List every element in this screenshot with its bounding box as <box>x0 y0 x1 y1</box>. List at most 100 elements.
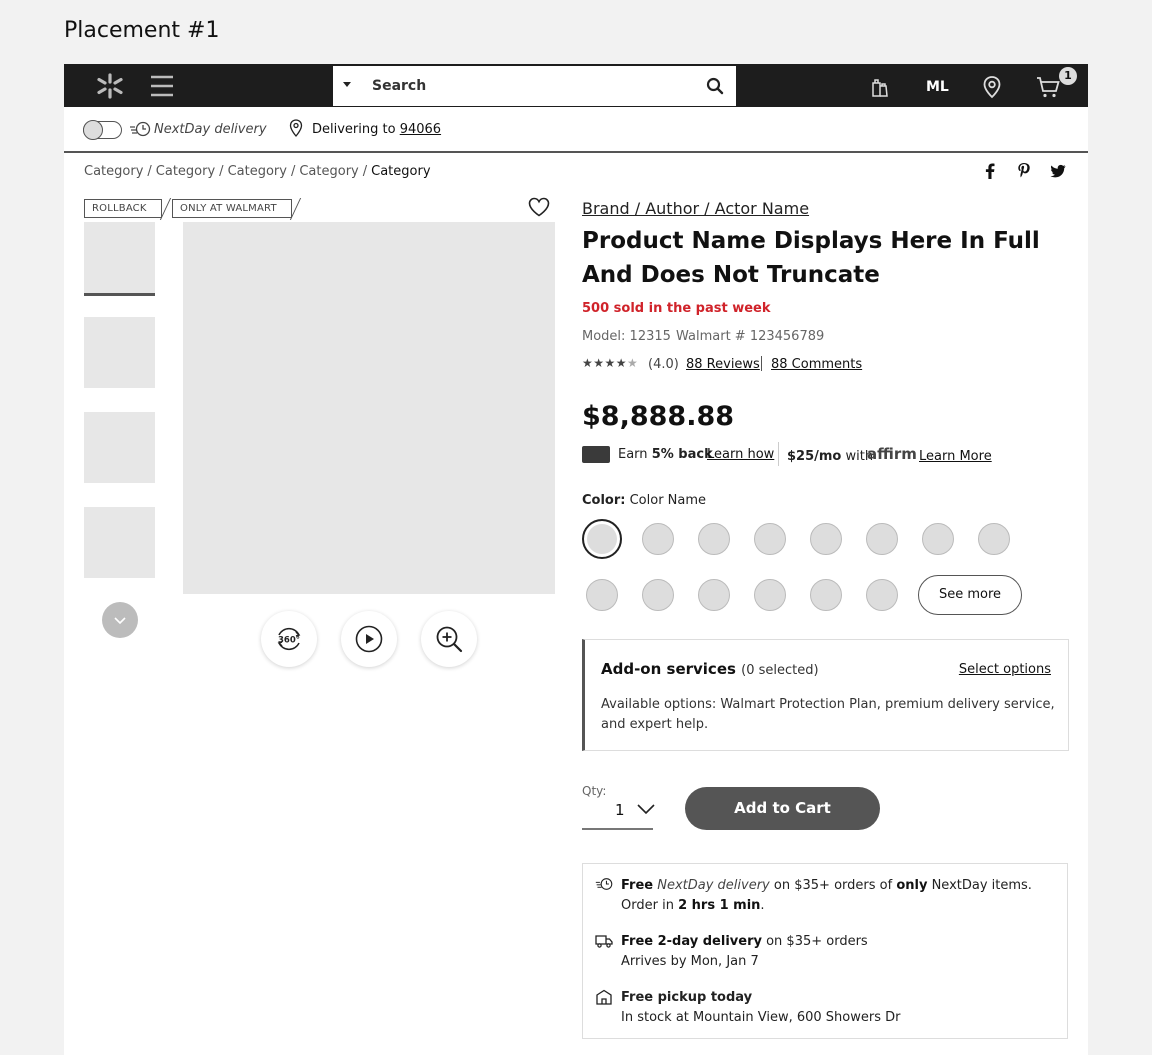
color-swatch[interactable] <box>698 523 730 555</box>
brand-link[interactable]: Brand / Author / Actor Name <box>582 199 809 218</box>
two-day-offer-text: Free 2-day delivery on $35+ orders <box>621 934 868 949</box>
color-swatch[interactable] <box>810 579 842 611</box>
fulfillment-options-box: Free NextDay delivery on $35+ orders of … <box>582 863 1068 1039</box>
add-to-cart-button[interactable]: Add to Cart <box>685 787 880 830</box>
truck-icon <box>595 935 613 948</box>
comments-link[interactable]: 88 Comments <box>771 357 862 372</box>
breadcrumb-item[interactable]: Category <box>156 164 215 179</box>
divider <box>778 442 779 466</box>
color-value: Color Name <box>629 493 707 508</box>
pickup-offer-text: Free pickup today <box>621 990 753 1005</box>
nextday-label: NextDay delivery <box>154 122 267 137</box>
nextday-items: NextDay items. <box>931 878 1032 893</box>
placement-title: Placement #1 <box>64 18 220 43</box>
facebook-icon[interactable] <box>982 162 998 180</box>
thumbnails-scroll-down-button[interactable] <box>102 602 138 638</box>
breadcrumb-item[interactable]: Category <box>299 164 358 179</box>
search-placeholder: Search <box>372 78 427 94</box>
color-swatch[interactable] <box>642 579 674 611</box>
heart-icon[interactable] <box>528 197 550 217</box>
color-swatch[interactable] <box>866 579 898 611</box>
empty-star-icon: ★ <box>627 356 639 370</box>
twitter-icon[interactable] <box>1050 162 1066 180</box>
top-nav-bar: Search ML 1 <box>64 64 1088 107</box>
account-initials[interactable]: ML <box>926 79 949 95</box>
image-thumbnail[interactable] <box>84 507 155 578</box>
product-price: $8,888.88 <box>582 401 735 432</box>
order-cutoff-time: 2 hrs 1 min <box>678 898 761 913</box>
color-swatch[interactable] <box>810 523 842 555</box>
delivering-to-text: Delivering to 94066 <box>312 122 441 137</box>
search-department-dropdown-icon[interactable] <box>343 82 351 87</box>
addon-services-box: Add-on services (0 selected) Select opti… <box>582 639 1069 751</box>
affirm-monthly-price: $25/mo <box>787 449 842 464</box>
sold-count-text: 500 sold in the past week <box>582 301 771 316</box>
cart-icon[interactable] <box>1036 75 1060 99</box>
credit-card-icon <box>582 446 610 463</box>
pinterest-icon[interactable] <box>1016 162 1032 180</box>
nextday-only: only <box>896 878 928 893</box>
image-thumbnail[interactable] <box>84 412 155 483</box>
toggle-knob <box>83 120 103 140</box>
breadcrumb-item[interactable]: Category <box>84 164 143 179</box>
order-cutoff-period: . <box>760 898 765 913</box>
delivery-subbar: NextDay delivery Delivering to 94066 <box>64 107 1088 153</box>
addon-title-text: Add-on services <box>601 660 736 678</box>
main-product-image[interactable] <box>183 222 555 594</box>
affirm-logo: affirm <box>867 445 917 463</box>
color-swatch[interactable] <box>698 579 730 611</box>
color-swatch[interactable] <box>586 579 618 611</box>
two-day-label: Free 2-day delivery <box>621 934 762 949</box>
model-number: Model: 12315 <box>582 329 671 344</box>
cashback-percent: 5% back <box>651 447 713 462</box>
reorder-icon[interactable] <box>868 75 892 99</box>
star-rating: ★★★★★ <box>582 356 638 370</box>
color-swatch[interactable] <box>642 523 674 555</box>
hamburger-menu-icon[interactable] <box>150 74 174 98</box>
walmart-number: Walmart # 123456789 <box>676 329 825 344</box>
walmart-spark-icon[interactable] <box>94 72 126 100</box>
product-page-frame: Search ML 1 NextDay delivery Delivering … <box>64 64 1088 1055</box>
filled-stars-icon: ★★★★ <box>582 356 628 370</box>
color-swatch-selected[interactable] <box>582 519 622 559</box>
color-swatch[interactable] <box>754 579 786 611</box>
search-input[interactable]: Search <box>333 66 736 106</box>
color-swatch[interactable] <box>754 523 786 555</box>
qty-select[interactable]: 1 <box>615 801 625 819</box>
product-title: Product Name Displays Here In Full And D… <box>582 228 1040 288</box>
location-pin-icon[interactable] <box>980 75 1004 99</box>
addon-description: Available options: Walmart Protection Pl… <box>601 697 1055 732</box>
see-more-colors-button[interactable]: See more <box>918 575 1022 615</box>
cashback-text: Earn 5% back <box>618 447 713 462</box>
nextday-free-label: Free <box>621 878 654 893</box>
svg-text:360°: 360° <box>278 636 300 646</box>
nextday-toggle[interactable] <box>83 120 122 140</box>
view-360-button[interactable]: 360° <box>261 611 317 667</box>
two-day-condition: on $35+ orders <box>766 934 868 949</box>
learn-more-link[interactable]: Learn More <box>919 449 992 464</box>
zip-code-link[interactable]: 94066 <box>400 122 441 137</box>
color-swatch[interactable] <box>866 523 898 555</box>
image-thumbnail[interactable] <box>84 317 155 388</box>
addon-services-title: Add-on services (0 selected) <box>601 660 819 678</box>
breadcrumb: Category / Category / Category / Category / Cate… <box>84 164 431 179</box>
nextday-clock-icon <box>130 121 151 137</box>
color-swatch[interactable] <box>978 523 1010 555</box>
image-thumbnail[interactable] <box>84 222 155 296</box>
play-video-button[interactable] <box>341 611 397 667</box>
cart-count-badge: 1 <box>1059 67 1077 85</box>
chevron-down-icon[interactable] <box>637 803 655 815</box>
play-icon <box>355 625 383 653</box>
learn-how-link[interactable]: Learn how <box>707 447 774 462</box>
qty-underline <box>582 828 653 830</box>
arrival-date-text: Arrives by Mon, Jan 7 <box>621 954 759 969</box>
color-swatch[interactable] <box>922 523 954 555</box>
search-icon[interactable] <box>706 77 724 95</box>
reviews-link[interactable]: 88 Reviews <box>686 357 760 372</box>
breadcrumb-item[interactable]: Category <box>228 164 287 179</box>
zoom-button[interactable] <box>421 611 477 667</box>
select-options-link[interactable]: Select options <box>959 662 1051 677</box>
view-360-icon: 360° <box>277 627 301 651</box>
only-at-walmart-badge: ONLY AT WALMART <box>172 199 292 218</box>
nextday-condition: on $35+ orders of <box>773 878 893 893</box>
